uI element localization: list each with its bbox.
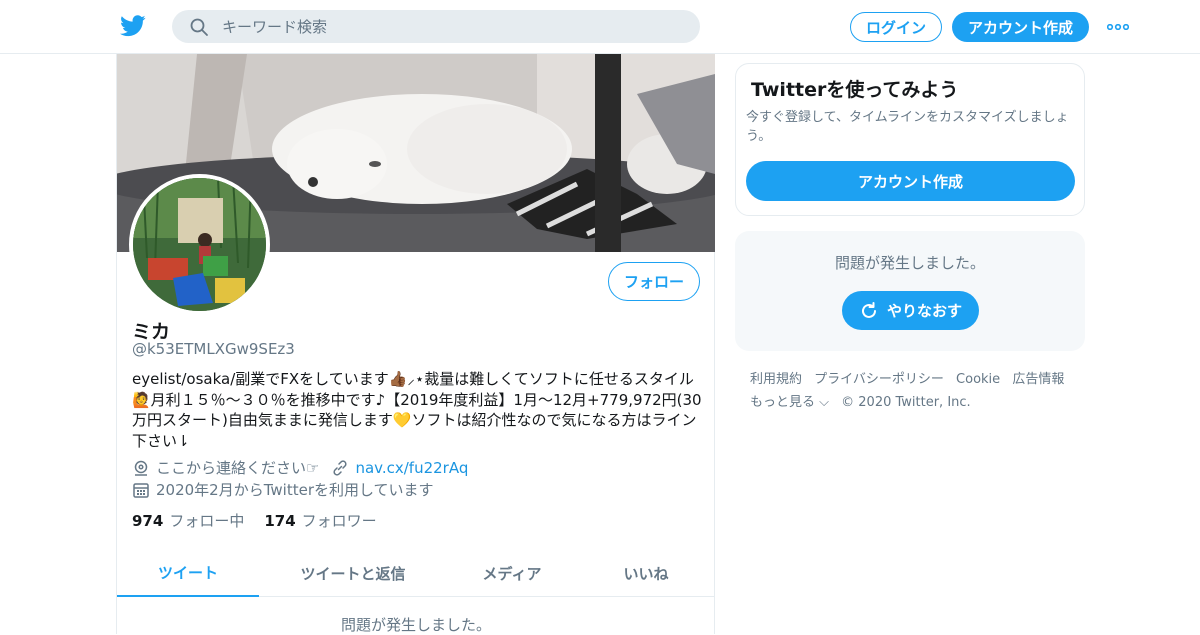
link-icon bbox=[333, 459, 348, 476]
footer-copyright: © 2020 Twitter, Inc. bbox=[841, 395, 971, 410]
timeline-error-message: 問題が発生しました。 bbox=[340, 616, 491, 634]
tab-likes[interactable]: いいね bbox=[577, 549, 715, 597]
profile-bio: eyelist/osaka/副業でFXをしています👍🏾⸝⋆裁量は難しくてソフトに… bbox=[132, 370, 702, 450]
profile-joined-date: 2020年2月からTwitterを利用しています bbox=[156, 481, 434, 499]
following-count: 974 bbox=[132, 512, 164, 530]
profile-tabs: ツイート ツイートと返信 メディア いいね bbox=[117, 549, 715, 597]
refresh-icon bbox=[862, 301, 876, 318]
followers-label: フォロワー bbox=[301, 512, 377, 530]
location-pin-icon bbox=[134, 460, 148, 476]
sidebar-error-text: 問題が発生しました。 bbox=[834, 254, 985, 272]
sidebar-error-card: 問題が発生しました。 やりなおす bbox=[735, 231, 1085, 351]
retry-label: やりなおす bbox=[886, 302, 962, 320]
twitter-bird-icon[interactable] bbox=[120, 14, 146, 38]
profile-counts: 974 フォロー中 174 フォロワー bbox=[132, 510, 397, 531]
followers-count: 174 bbox=[264, 512, 296, 530]
calendar-icon bbox=[133, 482, 149, 498]
sidebar-footer: 利用規約 プライバシーポリシー Cookie 広告情報 もっと見る ⌵ © 20… bbox=[750, 368, 1085, 414]
search-input[interactable] bbox=[222, 10, 682, 43]
footer-link-cookie[interactable]: Cookie bbox=[956, 372, 1000, 387]
footer-link-ads[interactable]: 広告情報 bbox=[1012, 372, 1064, 387]
footer-link-privacy[interactable]: プライバシーポリシー bbox=[814, 372, 944, 387]
search-icon bbox=[190, 18, 208, 36]
more-dots-icon[interactable] bbox=[1107, 24, 1129, 30]
tab-media[interactable]: メディア bbox=[447, 549, 577, 597]
avatar[interactable] bbox=[129, 174, 270, 315]
footer-link-more[interactable]: もっと見る ⌵ bbox=[750, 395, 829, 410]
followers-count-link[interactable]: 174 フォロワー bbox=[264, 510, 376, 531]
footer-link-terms[interactable]: 利用規約 bbox=[750, 372, 802, 387]
profile-meta-location-url: ここから連絡ください☞ nav.cx/fu22rAq bbox=[132, 457, 468, 478]
profile-url-link[interactable]: nav.cx/fu22rAq bbox=[355, 459, 468, 477]
profile-handle: @k53ETMLXGw9SEz3 bbox=[132, 340, 295, 358]
profile-column: フォロー ミカ @k53ETMLXGw9SEz3 eyelist/osaka/副… bbox=[116, 54, 715, 634]
tab-tweets[interactable]: ツイート bbox=[117, 549, 259, 597]
signup-button[interactable]: アカウント作成 bbox=[952, 12, 1089, 42]
following-label: フォロー中 bbox=[169, 512, 245, 530]
top-nav-bar: ログイン アカウント作成 bbox=[0, 0, 1200, 54]
profile-meta-joined: 2020年2月からTwitterを利用しています bbox=[132, 479, 434, 500]
signup-prompt-card: Twitterを使ってみよう 今すぐ登録して、タイムラインをカスタマイズしましょ… bbox=[735, 63, 1085, 216]
profile-location: ここから連絡ください☞ bbox=[156, 459, 320, 477]
following-count-link[interactable]: 974 フォロー中 bbox=[132, 510, 244, 531]
signup-card-button[interactable]: アカウント作成 bbox=[746, 161, 1075, 201]
search-bar[interactable] bbox=[172, 10, 700, 43]
tab-tweets-and-replies[interactable]: ツイートと返信 bbox=[259, 549, 447, 597]
signup-card-title: Twitterを使ってみよう bbox=[751, 79, 959, 101]
avatar-image bbox=[133, 178, 266, 311]
signup-card-text: 今すぐ登録して、タイムラインをカスタマイズしましょう。 bbox=[746, 110, 1069, 144]
login-button[interactable]: ログイン bbox=[850, 12, 942, 42]
follow-button[interactable]: フォロー bbox=[608, 262, 700, 301]
retry-button[interactable]: やりなおす bbox=[842, 291, 979, 330]
